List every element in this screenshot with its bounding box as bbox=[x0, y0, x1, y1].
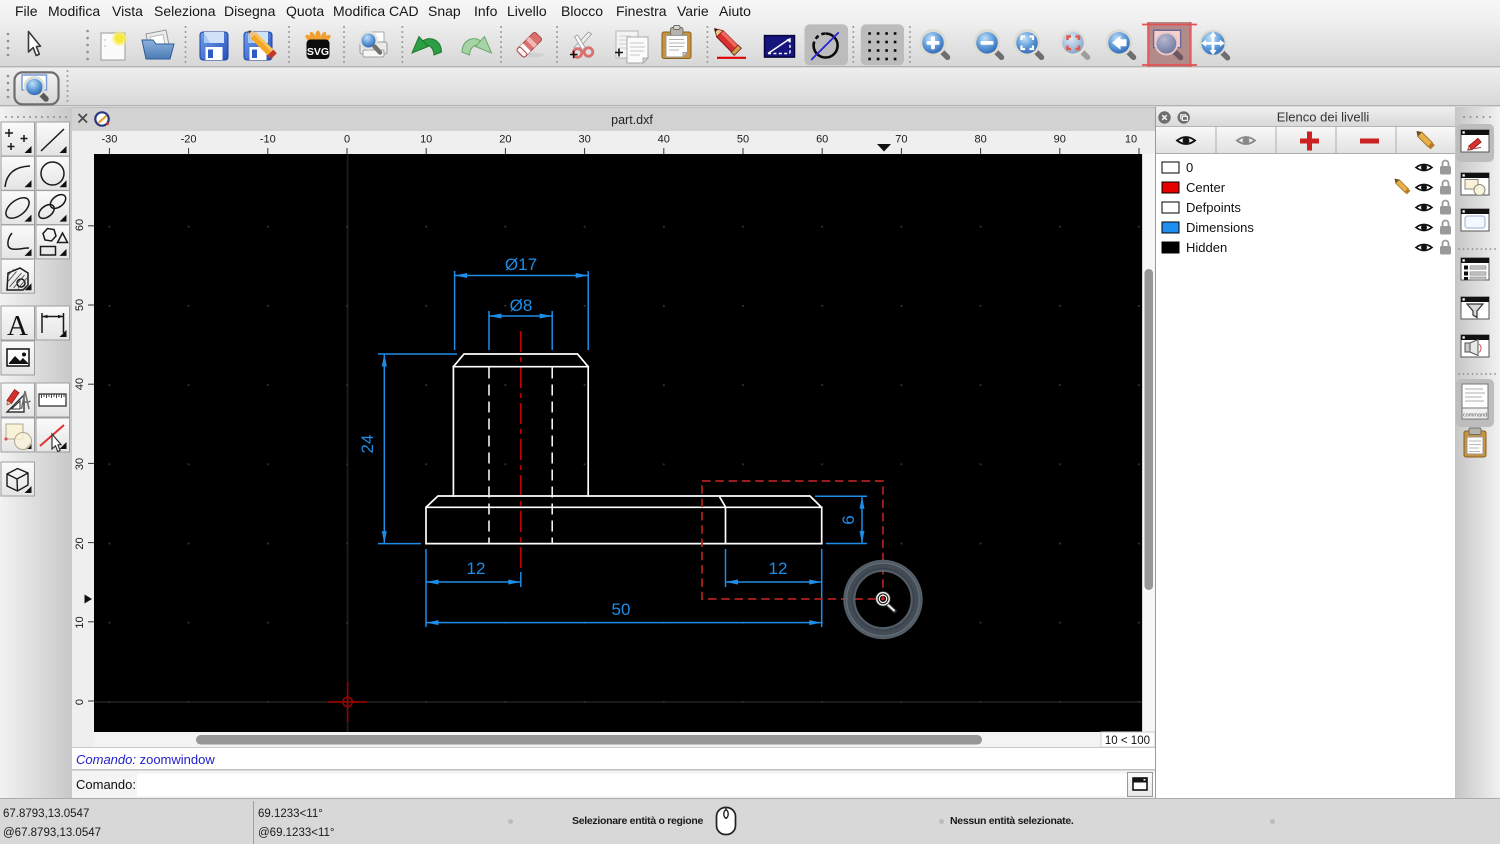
svg-text:10: 10 bbox=[74, 616, 86, 628]
svg-text:10: 10 bbox=[420, 134, 432, 146]
svg-text:90: 90 bbox=[1054, 134, 1066, 146]
svg-text:0: 0 bbox=[344, 134, 350, 146]
svg-text:20: 20 bbox=[499, 134, 511, 146]
svg-text:50: 50 bbox=[74, 299, 86, 311]
svg-text:12: 12 bbox=[769, 559, 788, 578]
svg-text:12: 12 bbox=[467, 559, 486, 578]
svg-text:40: 40 bbox=[74, 378, 86, 390]
svg-text:10 < 100: 10 < 100 bbox=[1105, 735, 1150, 747]
svg-text:Dimensions: Dimensions bbox=[1186, 220, 1254, 235]
svg-text:10: 10 bbox=[1125, 134, 1137, 146]
svg-text:70: 70 bbox=[895, 134, 907, 146]
svg-text:50: 50 bbox=[737, 134, 749, 146]
svg-text:30: 30 bbox=[578, 134, 590, 146]
svg-text:Elenco dei livelli: Elenco dei livelli bbox=[1277, 110, 1370, 125]
svg-text:part.dxf: part.dxf bbox=[611, 113, 653, 127]
svg-text:command: command bbox=[1463, 413, 1487, 419]
svg-text:30: 30 bbox=[74, 458, 86, 470]
svg-text:40: 40 bbox=[658, 134, 670, 146]
svg-text:A: A bbox=[7, 310, 28, 342]
svg-text:-20: -20 bbox=[181, 134, 197, 146]
svg-text:Defpoints: Defpoints bbox=[1186, 200, 1241, 215]
svg-text:6: 6 bbox=[839, 515, 858, 524]
svg-text:20: 20 bbox=[74, 537, 86, 549]
svg-text:50: 50 bbox=[612, 600, 631, 619]
svg-text:SVG: SVG bbox=[307, 46, 329, 58]
svg-text:Hidden: Hidden bbox=[1186, 240, 1227, 255]
svg-text:80: 80 bbox=[974, 134, 986, 146]
svg-text:Ø8: Ø8 bbox=[510, 296, 533, 315]
svg-text:0: 0 bbox=[74, 699, 86, 705]
svg-text:60: 60 bbox=[816, 134, 828, 146]
svg-text:0: 0 bbox=[1186, 160, 1193, 175]
svg-text:-10: -10 bbox=[260, 134, 276, 146]
svg-text:Ø17: Ø17 bbox=[505, 255, 537, 274]
svg-text:Center: Center bbox=[1186, 180, 1226, 195]
svg-text:-30: -30 bbox=[101, 134, 117, 146]
svg-text:24: 24 bbox=[358, 435, 377, 454]
svg-text:60: 60 bbox=[74, 219, 86, 231]
